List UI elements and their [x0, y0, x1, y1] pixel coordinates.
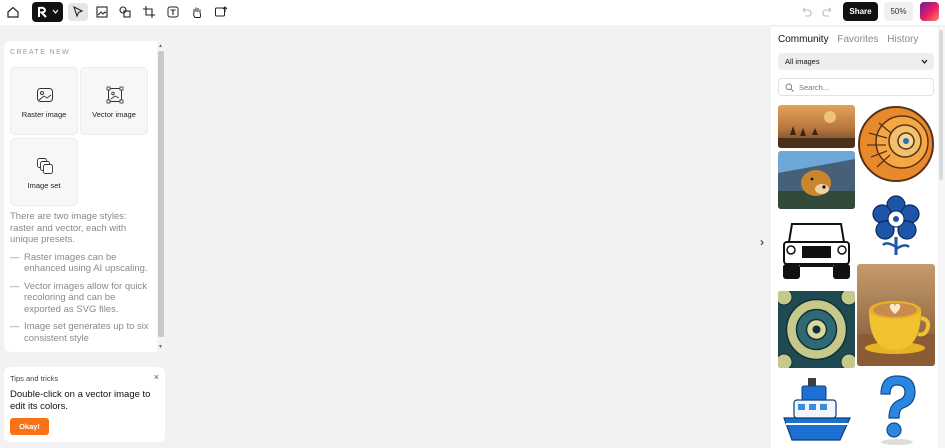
blue-flower-image[interactable] — [857, 189, 935, 257]
zoom-level-button[interactable]: 50% — [884, 2, 913, 21]
tab-favorites[interactable]: Favorites — [837, 34, 878, 45]
tab-community[interactable]: Community — [778, 34, 829, 45]
list-item: — Vector images allow for quick recolorin… — [10, 280, 148, 315]
close-icon[interactable]: × — [154, 372, 159, 382]
list-item: — Image set generates up to six consisten… — [10, 321, 149, 344]
okay-button[interactable]: Okay! — [10, 418, 49, 435]
image-upload-icon[interactable] — [211, 3, 231, 21]
scroll-up-icon[interactable]: ▲ — [158, 43, 163, 49]
raster-image-icon — [37, 88, 53, 102]
filter-value: All images — [785, 57, 820, 66]
chevron-down-icon — [921, 59, 928, 64]
tips-title: Tips and tricks — [10, 374, 59, 383]
brand-menu-button[interactable] — [32, 2, 63, 22]
tips-card: Tips and tricks × Double-click on a vect… — [4, 367, 165, 442]
description-text: There are two image styles: raster and v… — [10, 211, 127, 245]
vector-image-icon — [106, 86, 124, 104]
image-set-tile[interactable]: Image set — [10, 138, 78, 206]
latte-cup-image[interactable] — [857, 264, 935, 366]
scrollbar-thumb[interactable] — [158, 51, 164, 337]
section-title: CREATE NEW — [10, 49, 71, 56]
search-input[interactable]: Search... — [778, 78, 934, 96]
top-toolbar: Share 50% — [0, 0, 945, 25]
tab-history[interactable]: History — [887, 34, 918, 45]
image-filter-select[interactable]: All images — [778, 53, 934, 70]
nautilus-shell-image[interactable] — [857, 105, 935, 183]
create-new-panel: CREATE NEW Raster image Vector image Ima… — [4, 41, 165, 352]
select-tool-icon[interactable] — [68, 3, 88, 21]
brand-logo-icon — [38, 6, 47, 18]
avatar[interactable] — [920, 2, 939, 21]
create-description: There are two image styles: raster and v… — [10, 211, 150, 350]
search-placeholder: Search... — [799, 82, 830, 92]
image-set-icon — [37, 158, 53, 174]
text-icon[interactable] — [163, 3, 183, 21]
list-item: — Raster images can be enhanced using AI … — [10, 251, 148, 275]
right-panel-scrollbar[interactable] — [938, 27, 945, 448]
share-button[interactable]: Share — [843, 2, 878, 21]
undo-icon[interactable] — [796, 3, 816, 21]
dog-in-car-image[interactable] — [778, 151, 855, 209]
collapse-panel-icon[interactable]: › — [760, 235, 764, 249]
vector-image-tile[interactable]: Vector image — [80, 67, 148, 135]
toy-boat-image[interactable] — [778, 372, 855, 448]
left-panel-scrollbar[interactable]: ▲ ▼ — [157, 41, 165, 352]
desert-riders-image[interactable] — [778, 105, 855, 148]
tile-label: Vector image — [92, 110, 136, 119]
search-icon — [785, 83, 794, 92]
raster-image-tile[interactable]: Raster image — [10, 67, 78, 135]
mandala-tile-image[interactable] — [778, 291, 855, 368]
tile-label: Raster image — [21, 110, 67, 119]
truck-outline-image[interactable] — [778, 214, 855, 282]
panel-tabs: Community Favorites History — [778, 34, 924, 45]
hand-icon[interactable] — [187, 3, 207, 21]
image-frame-icon[interactable] — [92, 3, 112, 21]
scroll-down-icon[interactable]: ▼ — [158, 344, 163, 350]
shapes-icon[interactable] — [115, 3, 135, 21]
home-icon[interactable] — [3, 3, 23, 21]
question-mark-image[interactable] — [857, 372, 935, 448]
scrollbar-thumb[interactable] — [939, 30, 943, 180]
crop-icon[interactable] — [139, 3, 159, 21]
tips-text: Double-click on a vector image to edit i… — [10, 389, 151, 412]
tile-label: Image set — [27, 181, 61, 190]
community-panel: Community Favorites History All images S… — [771, 27, 945, 448]
redo-icon[interactable] — [818, 3, 838, 21]
chevron-down-icon — [52, 9, 59, 14]
